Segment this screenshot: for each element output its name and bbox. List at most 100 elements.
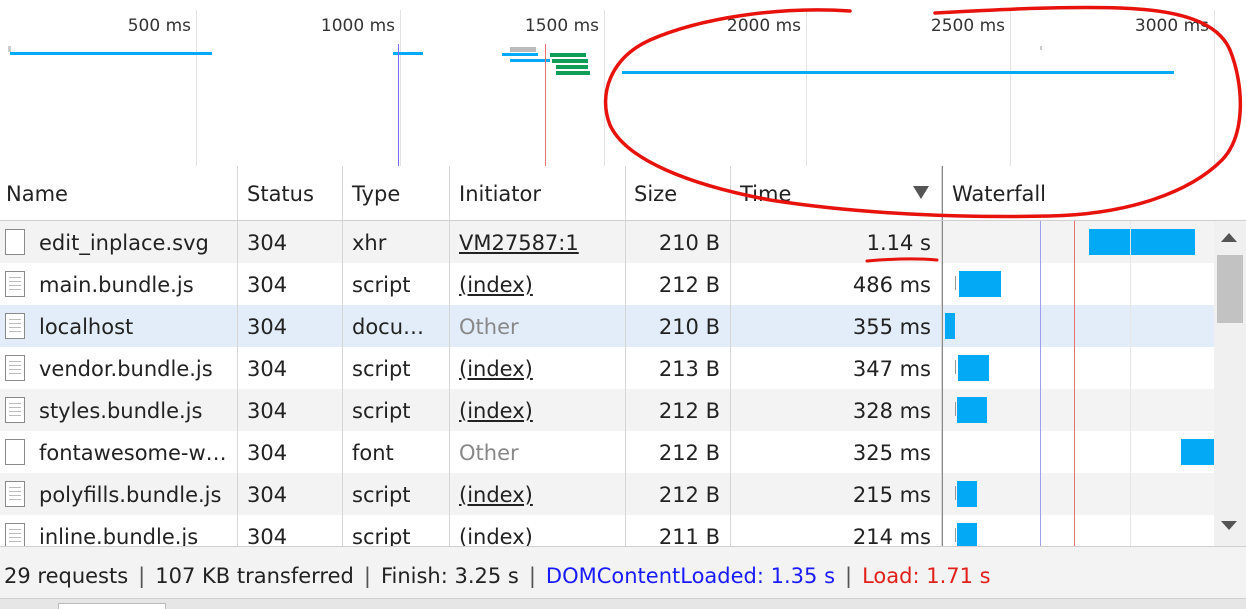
overview-gridline [604, 10, 605, 166]
overview-request-bar [502, 53, 538, 56]
size-cell: 211 B [626, 515, 731, 546]
request-name-cell[interactable]: styles.bundle.js [0, 389, 238, 431]
waterfall-cell[interactable] [942, 305, 1214, 347]
initiator-link[interactable]: (index) [450, 347, 626, 389]
overview-request-bar [1040, 46, 1042, 50]
waterfall-bar [1181, 439, 1214, 465]
script-file-icon [5, 397, 25, 423]
column-header-status[interactable]: Status [238, 166, 343, 220]
table-row[interactable]: edit_inplace.svg 304 xhr VM27587:1 210 B… [0, 221, 1214, 263]
initiator-link[interactable]: (index) [450, 389, 626, 431]
request-name-cell[interactable]: fontawesome-w… [0, 431, 238, 473]
file-icon [5, 229, 25, 255]
script-file-icon [5, 271, 25, 297]
drawer-tab[interactable] [58, 603, 166, 609]
request-name: edit_inplace.svg [39, 231, 209, 255]
request-name-cell[interactable]: main.bundle.js [0, 263, 238, 305]
size-cell: 212 B [626, 431, 731, 473]
column-header-waterfall[interactable]: Waterfall [942, 166, 1246, 220]
waterfall-cell[interactable] [942, 515, 1214, 546]
initiator-link[interactable]: (index) [450, 263, 626, 305]
requests-table-body: edit_inplace.svg 304 xhr VM27587:1 210 B… [0, 221, 1214, 546]
table-row[interactable]: vendor.bundle.js 304 script (index) 213 … [0, 347, 1214, 389]
network-overview[interactable]: 500 ms 1000 ms 1500 ms 2000 ms 2500 ms 3… [0, 0, 1246, 167]
size-cell: 212 B [626, 473, 731, 515]
time-cell: 355 ms [731, 305, 942, 347]
document-file-icon [5, 313, 25, 339]
scroll-up-arrow-icon[interactable] [1221, 233, 1237, 242]
initiator-cell: Other [450, 431, 626, 473]
overview-request-bar [552, 59, 588, 63]
dom-content-loaded-time: DOMContentLoaded: 1.35 s [545, 564, 836, 588]
type-cell: font [343, 431, 450, 473]
separator: | [845, 564, 853, 588]
size-cell: 213 B [626, 347, 731, 389]
waterfall-cell[interactable] [942, 431, 1214, 473]
load-time: Load: 1.71 s [862, 564, 991, 588]
time-cell: 328 ms [731, 389, 942, 431]
table-row[interactable]: localhost 304 docu… Other 210 B 355 ms [0, 305, 1214, 347]
column-header-time[interactable]: Time [731, 166, 942, 220]
request-name: inline.bundle.js [39, 525, 199, 546]
sort-descending-icon [913, 186, 929, 199]
column-header-type[interactable]: Type [343, 166, 450, 220]
waterfall-cell[interactable] [942, 347, 1214, 389]
overview-request-bar [556, 65, 588, 69]
initiator-link[interactable]: (index) [450, 473, 626, 515]
overview-request-bar [10, 52, 212, 55]
table-row[interactable]: fontawesome-w… 304 font Other 212 B 325 … [0, 431, 1214, 473]
column-header-initiator[interactable]: Initiator [450, 166, 626, 220]
column-header-size[interactable]: Size [626, 166, 731, 220]
table-row[interactable]: polyfills.bundle.js 304 script (index) 2… [0, 473, 1214, 515]
scroll-down-arrow-icon[interactable] [1221, 521, 1237, 530]
load-event-line [1074, 221, 1075, 546]
time-cell: 347 ms [731, 347, 942, 389]
type-cell: script [343, 389, 450, 431]
waterfall-bar [1089, 229, 1195, 255]
status-cell: 304 [238, 263, 343, 305]
time-cell: 1.14 s [731, 221, 942, 263]
separator: | [528, 564, 536, 588]
transferred-size: 107 KB transferred [155, 564, 354, 588]
initiator-link[interactable]: VM27587:1 [450, 221, 626, 263]
type-cell: script [343, 347, 450, 389]
waterfall-bar [958, 355, 989, 381]
overview-request-bar [556, 71, 590, 75]
request-name-cell[interactable]: inline.bundle.js [0, 515, 238, 546]
initiator-cell: Other [450, 305, 626, 347]
type-cell: xhr [343, 221, 450, 263]
file-icon [5, 439, 25, 465]
request-name-cell[interactable]: polyfills.bundle.js [0, 473, 238, 515]
waterfall-cell[interactable] [942, 221, 1214, 263]
scrollbar-thumb[interactable] [1217, 255, 1243, 323]
waterfall-cell[interactable] [942, 389, 1214, 431]
request-name-cell[interactable]: edit_inplace.svg [0, 221, 238, 263]
initiator-link[interactable]: (index) [450, 515, 626, 546]
waterfall-cell[interactable] [942, 473, 1214, 515]
request-name-cell[interactable]: localhost [0, 305, 238, 347]
type-cell: script [343, 263, 450, 305]
time-cell: 325 ms [731, 431, 942, 473]
table-row[interactable]: inline.bundle.js 304 script (index) 211 … [0, 515, 1214, 546]
load-event-marker [545, 44, 546, 166]
time-cell: 486 ms [731, 263, 942, 305]
overview-request-bar [622, 71, 1174, 74]
column-header-name[interactable]: Name [0, 166, 238, 220]
table-row[interactable]: main.bundle.js 304 script (index) 212 B … [0, 263, 1214, 305]
requests-table-header: Name Status Type Initiator Size Time Wat… [0, 166, 1246, 221]
dom-content-loaded-marker [398, 44, 399, 166]
vertical-scrollbar[interactable] [1214, 221, 1246, 546]
status-cell: 304 [238, 431, 343, 473]
overview-gridline [806, 10, 807, 166]
waterfall-gridline [1130, 221, 1131, 546]
type-cell: script [343, 515, 450, 546]
request-name-cell[interactable]: vendor.bundle.js [0, 347, 238, 389]
type-cell: docu… [343, 305, 450, 347]
request-name: polyfills.bundle.js [39, 483, 222, 507]
status-cell: 304 [238, 221, 343, 263]
overview-tick-label: 1000 ms [320, 16, 395, 36]
request-name: main.bundle.js [39, 273, 194, 297]
waterfall-cell[interactable] [942, 263, 1214, 305]
table-row[interactable]: styles.bundle.js 304 script (index) 212 … [0, 389, 1214, 431]
waterfall-bar [957, 481, 977, 507]
